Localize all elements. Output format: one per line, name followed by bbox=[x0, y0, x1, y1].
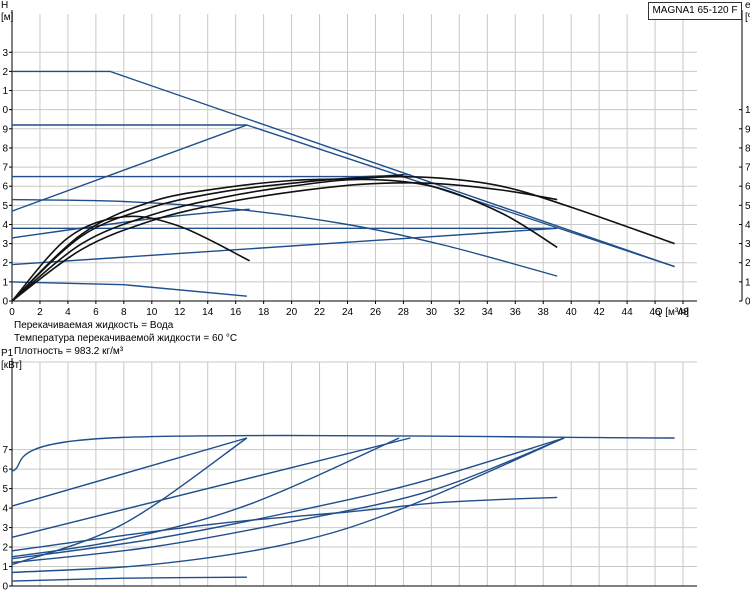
model-label: MAGNA1 65-120 F bbox=[648, 2, 742, 20]
y-tick-label: 4 bbox=[2, 220, 8, 231]
y-tick-label: 3 bbox=[2, 523, 8, 534]
x-tick-label: 0 bbox=[9, 307, 15, 318]
x-tick-label: 16 bbox=[230, 307, 242, 318]
x-tick-label: 30 bbox=[426, 307, 438, 318]
x-tick-label: 32 bbox=[454, 307, 466, 318]
y-right-tick-label: 8 bbox=[745, 143, 750, 154]
y-right-tick-label: 6 bbox=[745, 182, 750, 193]
y-right-tick-label: 5 bbox=[745, 201, 750, 212]
y-tick-label: 3 bbox=[2, 48, 8, 59]
y-right-tick-label: 3 bbox=[745, 239, 750, 250]
system-curve bbox=[11, 124, 248, 212]
y-right-tick-label: 7 bbox=[745, 163, 750, 174]
performance-curve bbox=[11, 437, 411, 538]
y-axis-label: H bbox=[1, 0, 8, 11]
performance-curve bbox=[12, 124, 675, 268]
y-tick-label: 7 bbox=[2, 163, 8, 174]
x-tick-label: 12 bbox=[174, 307, 186, 318]
performance-curve bbox=[12, 174, 411, 178]
performance-curve bbox=[11, 496, 558, 552]
x-tick-label: 40 bbox=[566, 307, 578, 318]
y-tick-label: 6 bbox=[2, 182, 8, 193]
x-tick-label: 42 bbox=[594, 307, 606, 318]
y-tick-label: 2 bbox=[2, 67, 8, 78]
y-right-axis-label: eta bbox=[745, 0, 750, 11]
performance-curve bbox=[11, 437, 565, 574]
y-tick-label: 5 bbox=[2, 484, 8, 495]
y-tick-label: 1 bbox=[2, 86, 8, 97]
x-tick-label: 26 bbox=[370, 307, 382, 318]
y-right-tick-label: 1 bbox=[745, 105, 750, 116]
y-tick-label: 2 bbox=[2, 543, 8, 554]
medium-temperature-text: Температура перекачиваемой жидкости = 60… bbox=[14, 333, 238, 344]
y-tick-label: 2 bbox=[2, 258, 8, 269]
x-tick-label: 24 bbox=[342, 307, 354, 318]
performance-curve bbox=[11, 198, 558, 277]
y-right-tick-label: 0 bbox=[745, 297, 750, 308]
y-right-tick-label: 4 bbox=[745, 220, 750, 231]
y-tick-label: 1 bbox=[2, 562, 8, 573]
x-tick-label: 22 bbox=[314, 307, 326, 318]
y-tick-label: 3 bbox=[2, 239, 8, 250]
performance-curve bbox=[11, 437, 565, 560]
x-tick-label: 20 bbox=[286, 307, 298, 318]
y-tick-label: 0 bbox=[2, 582, 8, 593]
y-tick-label: 7 bbox=[2, 445, 8, 456]
x-tick-label: 34 bbox=[482, 307, 494, 318]
performance-curve bbox=[11, 281, 247, 297]
y-tick-label: 6 bbox=[2, 465, 8, 476]
x-tick-label: 8 bbox=[121, 307, 127, 318]
y-right-tick-label: 2 bbox=[745, 258, 750, 269]
x-tick-label: 38 bbox=[538, 307, 550, 318]
y-tick-label: 1 bbox=[2, 277, 8, 288]
y-right-tick-label: 1 bbox=[745, 277, 750, 288]
y-tick-label: 0 bbox=[2, 105, 8, 116]
y-axis-unit: [м] bbox=[1, 12, 14, 23]
x-tick-label: 4 bbox=[65, 307, 71, 318]
x-tick-label: 2 bbox=[37, 307, 43, 318]
y-tick-label: 0 bbox=[2, 297, 8, 308]
pump-performance-charts: 01234567890123H[м]0 2 4 6 8 10 12 14 16 18 20 22 24 2… bbox=[1, 0, 750, 593]
efficiency-curve bbox=[11, 215, 251, 302]
y-tick-label: 5 bbox=[2, 201, 8, 212]
head-efficiency-chart: 01234567890123H[м]0 2 4 6 8 10 12 14 16 18 20 22 24 2… bbox=[1, 0, 750, 318]
y-right-axis-unit: [%] bbox=[745, 12, 750, 23]
x-tick-label: 44 bbox=[622, 307, 634, 318]
performance-curve bbox=[11, 576, 247, 582]
y-right-tick-label: 9 bbox=[745, 124, 750, 135]
x-tick-label: 6 bbox=[93, 307, 99, 318]
performance-curve bbox=[11, 437, 248, 507]
y-tick-label: 9 bbox=[2, 124, 8, 135]
x-axis-label: Q [м³/ч] bbox=[655, 307, 690, 318]
x-tick-label: 10 bbox=[146, 307, 158, 318]
y-axis-unit: [кВт] bbox=[1, 360, 22, 371]
y-tick-label: 8 bbox=[2, 143, 8, 154]
y-tick-label: 4 bbox=[2, 504, 8, 515]
power-chart: 0 1 2 3 4 5 6 7 P1[кВт] bbox=[1, 348, 697, 593]
x-tick-label: 14 bbox=[202, 307, 214, 318]
x-tick-label: 36 bbox=[510, 307, 522, 318]
x-tick-label: 18 bbox=[258, 307, 270, 318]
performance-curve bbox=[12, 70, 675, 268]
system-curve bbox=[11, 227, 558, 266]
medium-liquid-text: Перекачиваемая жидкость = Вода bbox=[14, 320, 174, 331]
performance-curve bbox=[11, 434, 675, 472]
x-tick-label: 28 bbox=[398, 307, 410, 318]
medium-density-text: Плотность = 983.2 кг/м³ bbox=[14, 346, 124, 357]
y-axis-label: P1 bbox=[1, 348, 14, 359]
